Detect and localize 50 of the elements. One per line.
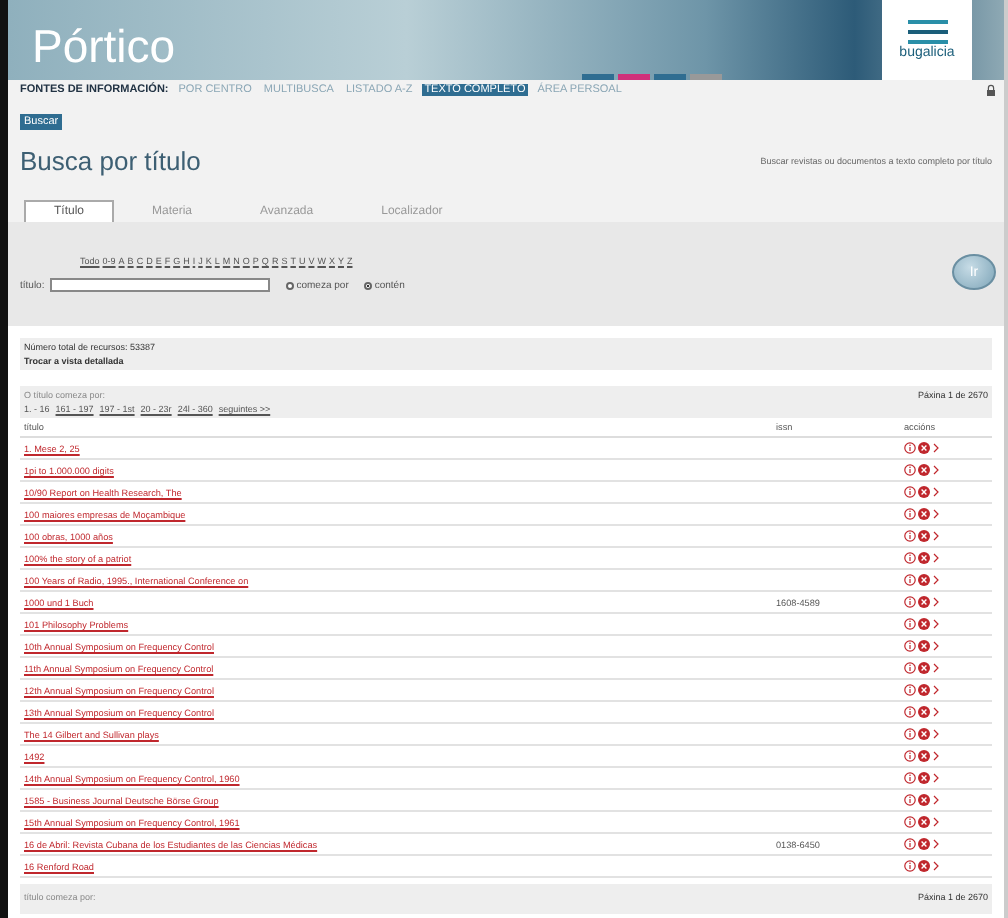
remove-icon[interactable] <box>918 442 930 454</box>
remove-icon[interactable] <box>918 860 930 872</box>
title-input-field[interactable] <box>50 278 271 292</box>
info-icon[interactable] <box>904 794 916 806</box>
info-icon[interactable] <box>904 860 916 872</box>
remove-icon[interactable] <box>918 486 930 498</box>
page-title: Busca por título <box>20 146 201 176</box>
remove-icon[interactable] <box>918 662 930 674</box>
info-icon[interactable] <box>904 508 916 520</box>
info-icon[interactable] <box>904 728 916 740</box>
lines-icon <box>903 20 951 44</box>
remove-icon[interactable] <box>918 794 930 806</box>
radio-button[interactable] <box>286 281 295 289</box>
info-icon[interactable] <box>904 464 916 476</box>
color-stripe <box>690 74 722 80</box>
info-icon[interactable] <box>904 530 916 542</box>
remove-icon[interactable] <box>918 838 930 850</box>
remove-icon[interactable] <box>918 596 930 608</box>
remove-icon[interactable] <box>918 640 930 652</box>
radio-button[interactable] <box>364 281 373 289</box>
remove-icon[interactable] <box>918 728 930 740</box>
info-icon[interactable] <box>904 838 916 850</box>
remove-icon[interactable] <box>918 706 930 718</box>
info-icon[interactable] <box>904 662 916 674</box>
remove-icon[interactable] <box>918 530 930 542</box>
info-icon[interactable] <box>904 816 916 828</box>
info-icon[interactable] <box>904 750 916 762</box>
remove-icon[interactable] <box>918 684 930 696</box>
color-stripe <box>582 74 614 80</box>
remove-icon[interactable] <box>918 508 930 520</box>
remove-icon[interactable] <box>918 464 930 476</box>
remove-icon[interactable] <box>918 552 930 564</box>
info-icon[interactable] <box>904 640 916 652</box>
info-icon[interactable] <box>904 486 916 498</box>
remove-icon[interactable] <box>918 816 930 828</box>
info-icon[interactable] <box>904 596 916 608</box>
remove-icon[interactable] <box>918 618 930 630</box>
remove-icon[interactable] <box>918 574 930 586</box>
info-icon[interactable] <box>904 772 916 784</box>
info-icon[interactable] <box>904 442 916 454</box>
info-icon[interactable] <box>904 706 916 718</box>
color-stripe <box>654 74 686 80</box>
info-icon[interactable] <box>904 684 916 696</box>
info-icon[interactable] <box>904 574 916 586</box>
color-stripe <box>618 74 650 80</box>
remove-icon[interactable] <box>918 772 930 784</box>
info-icon[interactable] <box>904 618 916 630</box>
remove-icon[interactable] <box>918 750 930 762</box>
info-icon[interactable] <box>904 552 916 564</box>
lock-icon[interactable] <box>986 84 996 96</box>
